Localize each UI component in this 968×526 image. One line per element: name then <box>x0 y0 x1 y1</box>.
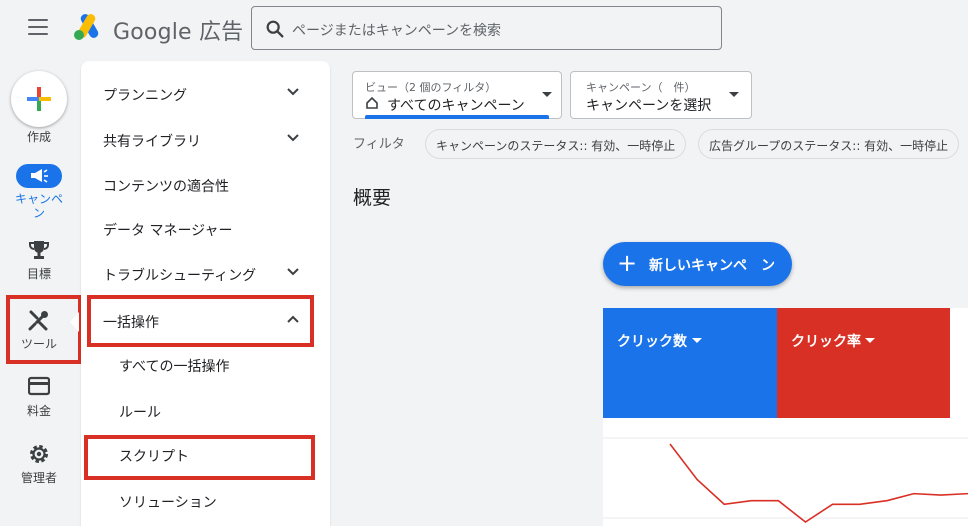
menu-item-label: ソリューション <box>119 495 217 511</box>
menu-item-label: 共有ライブラリ <box>103 134 201 150</box>
metric-label: クリック率 <box>791 334 861 350</box>
view-dropdown[interactable]: ビュー（2 個のフィルタ） すべてのキャンペーン <box>352 71 562 119</box>
menu-item-label: すべての一括操作 <box>119 359 230 375</box>
gear-icon[interactable] <box>28 443 50 465</box>
plus-icon <box>27 87 51 111</box>
metric-card-ctr[interactable]: クリック率 <box>777 308 950 418</box>
goals-label: 目標 <box>26 267 51 281</box>
megaphone-icon <box>31 169 48 183</box>
menu-item-troubleshooting[interactable]: トラブルシューティング <box>81 252 330 296</box>
top-bar: Google 広告 ページまたはキャンペーンを検索 <box>0 0 968 58</box>
trophy-icon[interactable] <box>28 239 50 261</box>
menu-item-shared-library[interactable]: 共有ライブラリ <box>81 118 330 162</box>
google-ads-logo <box>74 14 99 40</box>
caret-down-icon <box>865 338 875 343</box>
menu-item-data-manager[interactable]: データ マネージャー <box>81 207 330 251</box>
view-dropdown-value: すべてのキャンペーン <box>387 98 525 114</box>
menu-item-label: コンテンツの適合性 <box>103 179 229 195</box>
view-dropdown-caption: ビュー（2 個のフィルタ） <box>365 81 497 94</box>
filter-label: フィルタ <box>353 137 405 152</box>
page-title: 概要 <box>353 187 392 209</box>
menu-item-rules[interactable]: ルール <box>81 389 330 433</box>
menu-item-planning[interactable]: プランニング <box>81 72 330 116</box>
campaigns-label-line2: ン <box>32 206 45 220</box>
chevron-down-icon <box>287 134 299 142</box>
view-dropdown-underline <box>365 115 549 119</box>
admin-label: 管理者 <box>20 471 57 485</box>
search-box[interactable]: ページまたはキャンペーンを検索 <box>251 6 722 50</box>
new-campaign-button[interactable]: + 新しいキャンペ ン <box>603 242 792 286</box>
main-menu-icon[interactable] <box>28 19 48 35</box>
menu-item-label: データ マネージャー <box>103 223 233 239</box>
billing-label: 料金 <box>26 404 51 418</box>
menu-item-content-suitability[interactable]: コンテンツの適合性 <box>81 163 330 207</box>
search-icon <box>266 20 284 38</box>
performance-chart <box>603 418 968 526</box>
caret-down-icon <box>692 338 702 343</box>
line-chart <box>603 437 968 523</box>
menu-item-label: トラブルシューティング <box>103 268 257 284</box>
metric-card-clicks[interactable]: クリック数 <box>603 308 777 418</box>
chevron-down-icon <box>287 88 299 96</box>
dropdown-arrow-icon <box>729 92 739 97</box>
tools-label: ツール <box>20 337 57 351</box>
dropdown-arrow-icon <box>542 92 552 97</box>
search-input[interactable]: ページまたはキャンペーンを検索 <box>292 20 501 40</box>
plus-icon: + <box>617 249 638 277</box>
campaign-dropdown-caption: キャンペーン（ 件） <box>586 81 696 94</box>
filter-chip-adgroup-status[interactable]: 広告グループのステータス:: 有効、一時停止 <box>698 129 960 159</box>
chevron-down-icon <box>287 268 299 276</box>
brand-name: Google 広告 <box>113 20 244 45</box>
home-icon <box>366 96 378 109</box>
campaigns-nav[interactable] <box>16 164 62 188</box>
filter-chip-campaign-status[interactable]: キャンペーンのステータス:: 有効、一時停止 <box>425 129 687 159</box>
credit-card-icon[interactable] <box>28 376 50 396</box>
create-label: 作成 <box>26 130 51 144</box>
menu-item-label: ルール <box>119 405 161 421</box>
campaigns-label: キャンペ ン <box>0 192 78 220</box>
menu-item-label: プランニング <box>103 88 187 104</box>
menu-item-solutions[interactable]: ソリューション <box>81 479 330 523</box>
tools-icon[interactable] <box>28 309 50 331</box>
menu-item-all-bulk-actions[interactable]: すべての一括操作 <box>81 343 330 387</box>
campaigns-label-line1: キャンペ <box>14 192 63 206</box>
bulk-actions-highlight-box <box>87 295 314 347</box>
campaign-dropdown-value: キャンペーンを選択 <box>586 98 712 114</box>
tools-active-caret <box>70 312 79 332</box>
scripts-highlight-box <box>84 435 315 480</box>
campaign-dropdown[interactable]: キャンペーン（ 件） キャンペーンを選択 <box>570 71 752 119</box>
ctr-series-line <box>669 443 968 523</box>
metric-label: クリック数 <box>617 334 687 350</box>
new-campaign-label: 新しいキャンペ ン <box>649 258 775 274</box>
create-button[interactable] <box>11 71 67 127</box>
metric-card-next[interactable] <box>950 308 968 418</box>
